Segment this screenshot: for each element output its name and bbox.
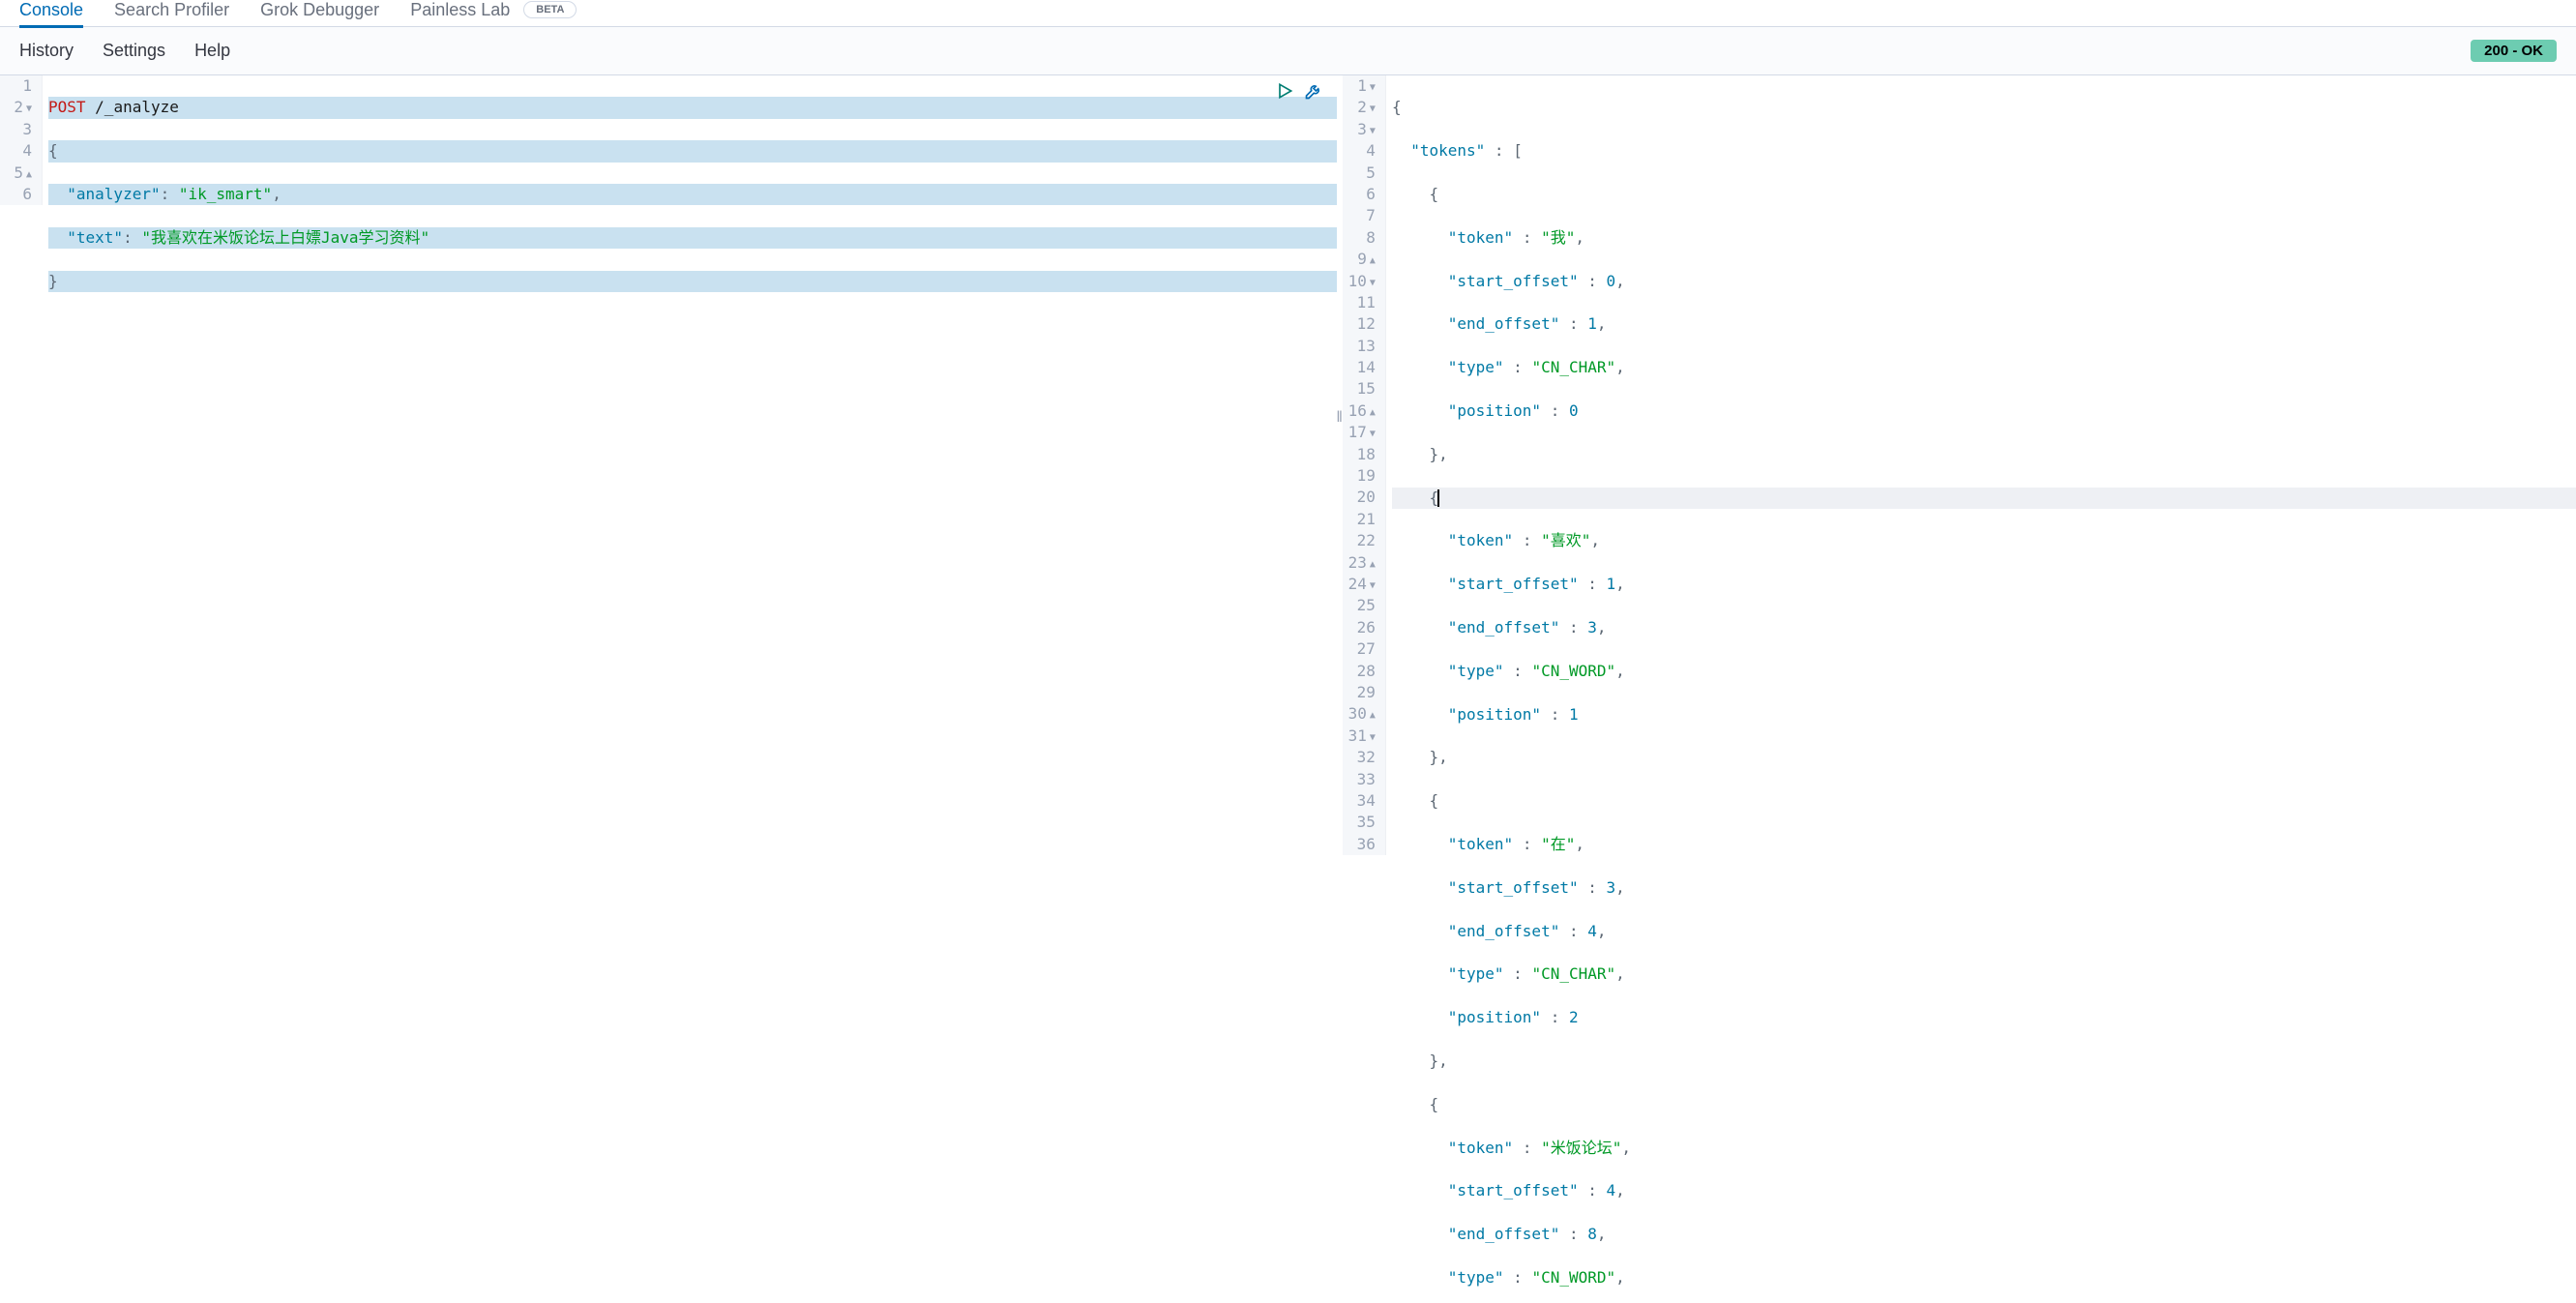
link-history[interactable]: History bbox=[19, 41, 74, 61]
link-help[interactable]: Help bbox=[194, 41, 230, 61]
request-gutter: 1 2▼ 3 4 5▲ 6 bbox=[0, 75, 43, 205]
request-code[interactable]: POST /_analyze { "analyzer": "ik_smart",… bbox=[43, 75, 1337, 379]
top-tabs: Console Search Profiler Grok Debugger Pa… bbox=[0, 0, 2576, 27]
tab-painless-lab[interactable]: Painless Lab bbox=[410, 0, 510, 26]
editor-split: 1 2▼ 3 4 5▲ 6 POST /_analyze { "analyzer… bbox=[0, 75, 2576, 1303]
tab-grok-debugger[interactable]: Grok Debugger bbox=[260, 0, 379, 26]
play-icon[interactable] bbox=[1275, 81, 1294, 105]
tab-search-profiler[interactable]: Search Profiler bbox=[114, 0, 229, 26]
response-pane[interactable]: 1▼ 2▼ 3▼ 4 5 6 7 8 9▲ 10▼ 11 12 13 14 15… bbox=[1343, 75, 2576, 1303]
response-gutter: 1▼ 2▼ 3▼ 4 5 6 7 8 9▲ 10▼ 11 12 13 14 15… bbox=[1343, 75, 1386, 855]
wrench-icon[interactable] bbox=[1304, 81, 1323, 105]
status-badge: 200 - OK bbox=[2471, 40, 2557, 62]
tab-console[interactable]: Console bbox=[19, 0, 83, 26]
request-pane[interactable]: 1 2▼ 3 4 5▲ 6 POST /_analyze { "analyzer… bbox=[0, 75, 1337, 1303]
response-code[interactable]: { "tokens" : [ { "token" : "我", "start_o… bbox=[1386, 75, 2576, 1303]
beta-badge: BETA bbox=[523, 1, 577, 18]
link-settings[interactable]: Settings bbox=[103, 41, 165, 61]
sub-bar: History Settings Help 200 - OK bbox=[0, 27, 2576, 75]
